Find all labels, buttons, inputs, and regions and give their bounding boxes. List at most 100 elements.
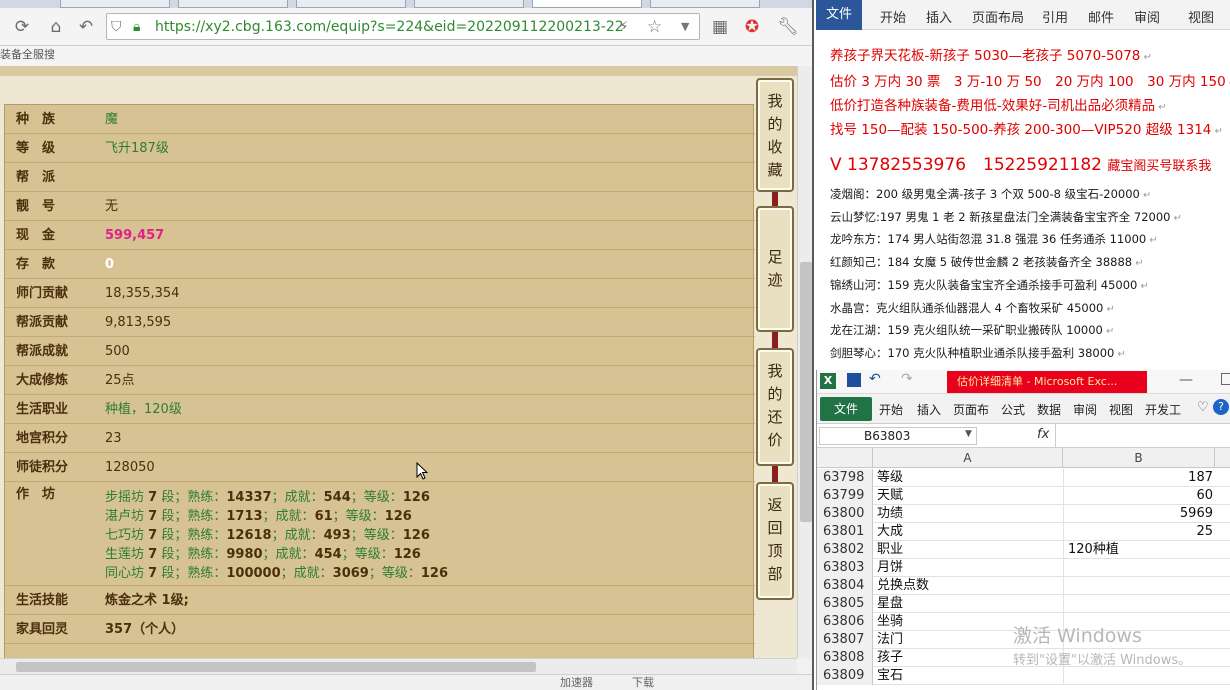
bookmark-item[interactable]: 装备全服搜 — [0, 48, 55, 61]
word-tab[interactable]: 插入 — [926, 7, 952, 26]
word-tab[interactable]: 视图 — [1188, 7, 1214, 26]
back-to-top-button[interactable]: 返回顶部 — [756, 482, 794, 600]
cell-b[interactable]: 120种植 — [1063, 541, 1215, 559]
row-number[interactable]: 63800 — [817, 505, 873, 523]
info-row: 帮派成就 500 — [5, 337, 755, 366]
cell-b[interactable]: 187 — [1063, 469, 1215, 487]
excel-tab[interactable]: 公式 — [1001, 401, 1025, 418]
excel-tab[interactable]: 视图 — [1109, 401, 1133, 418]
browser-tab[interactable] — [650, 0, 760, 8]
word-tab-file[interactable]: 文件 — [816, 0, 862, 30]
game-icon[interactable]: ✪ — [740, 15, 764, 39]
home-icon[interactable]: ⌂ — [44, 15, 68, 39]
word-tab[interactable]: 审阅 — [1134, 7, 1160, 26]
row-number[interactable]: 63807 — [817, 631, 873, 649]
minimize-icon[interactable]: — — [1179, 372, 1193, 388]
download-label[interactable]: 下载 — [632, 675, 654, 690]
column-b-header[interactable]: B — [1063, 448, 1215, 468]
excel-tab[interactable]: 数据 — [1037, 401, 1061, 418]
name-box[interactable]: B63803 — [819, 427, 977, 445]
url-text[interactable]: https://xy2.cbg.163.com/equip?s=224&eid=… — [155, 17, 625, 37]
maximize-icon[interactable] — [1221, 373, 1230, 385]
browser-tab[interactable] — [60, 0, 170, 8]
refresh-icon[interactable]: ⟳ — [10, 15, 34, 39]
row-number[interactable]: 63799 — [817, 487, 873, 505]
browser-tab[interactable] — [178, 0, 288, 8]
scrollbar-thumb[interactable] — [800, 262, 812, 522]
excel-tab[interactable]: 开始 — [879, 401, 903, 418]
column-a-header[interactable]: A — [873, 448, 1063, 468]
help-icon[interactable]: ? — [1213, 399, 1229, 415]
undo-icon[interactable]: ↶ — [869, 371, 881, 387]
my-counter-offer-button[interactable]: 我的还价 — [756, 348, 794, 466]
vertical-scrollbar[interactable] — [797, 66, 812, 658]
document-line-text: 剑胆琴心：170 克火队种植职业通杀队接手盈利 38000 — [830, 345, 1115, 360]
cell-b[interactable]: 5969 — [1063, 505, 1215, 523]
cell-a[interactable]: 天赋 — [877, 487, 903, 505]
cell-b[interactable] — [1063, 577, 1215, 595]
cell-b[interactable] — [1063, 667, 1215, 685]
word-tab[interactable]: 邮件 — [1088, 7, 1114, 26]
info-row: 现 金 599,457 — [5, 221, 755, 250]
cell-a[interactable]: 功绩 — [877, 505, 903, 523]
cell-b[interactable] — [1063, 559, 1215, 577]
formula-input[interactable] — [1055, 424, 1230, 448]
cell-a[interactable]: 大成 — [877, 523, 903, 541]
word-tab[interactable]: 页面布局 — [972, 7, 1024, 26]
tools-icon[interactable]: 🔧︎ — [776, 15, 800, 39]
excel-tab[interactable]: 页面布 — [953, 401, 989, 418]
cell-a[interactable]: 坐骑 — [877, 613, 903, 631]
accelerator-label[interactable]: 加速器 — [560, 675, 593, 690]
dropdown-icon[interactable]: ▼ — [681, 17, 689, 37]
info-value: 500 — [105, 344, 130, 359]
function-icon[interactable]: fx — [1037, 427, 1049, 442]
cell-a[interactable]: 等级 — [877, 469, 903, 487]
scrollbar-thumb[interactable] — [16, 662, 536, 672]
info-row: 地宫积分 23 — [5, 424, 755, 453]
word-tab[interactable]: 引用 — [1042, 7, 1068, 26]
excel-tab[interactable]: 插入 — [917, 401, 941, 418]
browser-tab-active[interactable] — [532, 0, 642, 8]
browser-tab[interactable] — [296, 0, 406, 8]
row-number[interactable]: 63809 — [817, 667, 873, 685]
excel-tab[interactable]: 审阅 — [1073, 401, 1097, 418]
favorites-button[interactable]: 我的收藏 — [756, 78, 794, 192]
cell-a[interactable]: 宝石 — [877, 667, 903, 685]
cell-b[interactable]: 25 — [1063, 523, 1215, 541]
flash-icon[interactable]: ⚡ — [619, 17, 629, 37]
cell-a[interactable]: 兑换点数 — [877, 577, 929, 595]
cell-a[interactable]: 职业 — [877, 541, 903, 559]
address-bar[interactable]: ⛉ 🔒︎ https://xy2.cbg.163.com/equip?s=224… — [106, 13, 700, 40]
cell-a[interactable]: 法门 — [877, 631, 903, 649]
redo-icon[interactable]: ↷ — [901, 371, 913, 387]
word-tab[interactable]: 开始 — [880, 7, 906, 26]
star-icon[interactable]: ☆ — [647, 17, 662, 37]
row-number[interactable]: 63808 — [817, 649, 873, 667]
back-icon[interactable]: ↶ — [74, 15, 98, 39]
row-number[interactable]: 63805 — [817, 595, 873, 613]
horizontal-scrollbar[interactable] — [0, 658, 797, 674]
cell-a[interactable]: 孩子 — [877, 649, 903, 667]
row-number[interactable]: 63802 — [817, 541, 873, 559]
info-value: 25点 — [105, 373, 135, 388]
row-number[interactable]: 63806 — [817, 613, 873, 631]
cell-a[interactable]: 星盘 — [877, 595, 903, 613]
cell-a[interactable]: 月饼 — [877, 559, 903, 577]
heart-icon[interactable]: ♡ — [1197, 400, 1209, 415]
row-number[interactable]: 63804 — [817, 577, 873, 595]
grid-icon[interactable]: ▦ — [708, 15, 732, 39]
chevron-down-icon[interactable]: ▼ — [965, 429, 972, 439]
cell-b[interactable]: 60 — [1063, 487, 1215, 505]
row-number[interactable]: 63801 — [817, 523, 873, 541]
footprint-button[interactable]: 足迹 — [756, 206, 794, 332]
excel-file-tab[interactable]: 文件 — [820, 397, 872, 421]
browser-tab[interactable] — [414, 0, 524, 8]
save-icon[interactable] — [847, 373, 861, 387]
row-number[interactable]: 63803 — [817, 559, 873, 577]
cell-b[interactable] — [1063, 595, 1215, 613]
paragraph-mark: ↵ — [1139, 190, 1152, 201]
select-all-corner[interactable] — [817, 448, 873, 468]
row-number[interactable]: 63798 — [817, 469, 873, 487]
workshop-word: ；成就： — [271, 490, 324, 505]
excel-tab[interactable]: 开发工 — [1145, 401, 1181, 418]
